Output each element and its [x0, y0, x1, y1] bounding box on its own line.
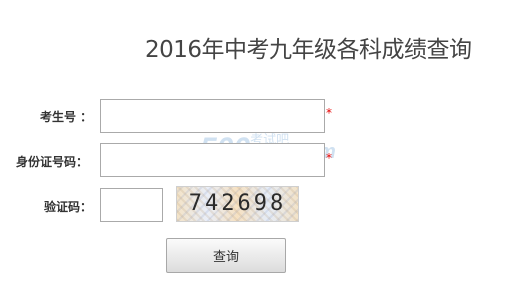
exam-number-input[interactable]: [100, 99, 325, 133]
page-title: 2016年中考九年级各科成绩查询: [145, 37, 472, 63]
id-number-label: 身份证号码：: [16, 155, 89, 169]
id-number-required-mark: *: [326, 151, 332, 165]
exam-number-label: 考生号 ：: [40, 110, 93, 124]
captcha-label: 验证码：: [44, 200, 93, 214]
exam-number-required-mark: *: [326, 106, 332, 120]
query-submit-button[interactable]: 查询: [166, 238, 286, 273]
score-query-page: 2016年中考九年级各科成绩查询 500考试吧.com 考生号 ： * 身份证号…: [0, 0, 525, 294]
captcha-input[interactable]: [100, 188, 163, 222]
captcha-image[interactable]: 742698: [176, 186, 299, 222]
id-number-input[interactable]: [100, 143, 325, 177]
captcha-code-text: 742698: [188, 191, 287, 216]
